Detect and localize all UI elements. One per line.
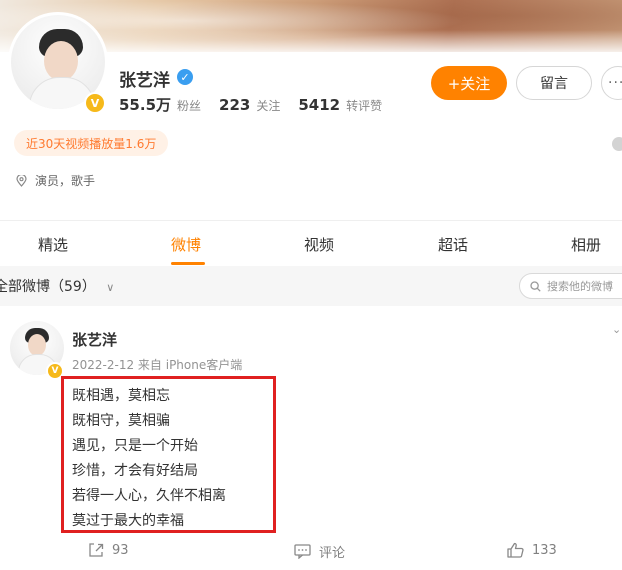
profile-tabs: 精选 微博 视频 超话 相册 [0,222,622,266]
fans-label[interactable]: 粉丝 [177,97,201,114]
profile-name: 张艺洋 [119,71,170,91]
message-button[interactable]: 留言 [516,66,592,100]
post-line: 莫过于最大的幸福 [72,513,184,529]
v-badge-icon: V [84,92,106,114]
section-divider [0,220,622,221]
post-line: 珍惜，才会有好结局 [72,463,198,479]
following-label[interactable]: 关注 [256,97,280,114]
post-line: 既相守，莫相骗 [72,413,170,429]
tab-video[interactable]: 视频 [304,234,334,255]
tab-album[interactable]: 相册 [571,234,601,255]
like-count: 133 [532,542,557,558]
interactions-count: 5412 [298,96,341,114]
follow-button[interactable]: +关注 [431,66,507,100]
more-options-button[interactable]: ··· [601,66,622,100]
post-meta[interactable]: 2022-2-12 来自 iPhone客户端 [72,356,242,373]
comment-icon [294,544,311,559]
chevron-down-icon: ∨ [106,281,115,294]
profession-row: 演员，歌手 [16,172,95,189]
post-menu-caret-icon[interactable]: ⌄ [612,323,621,336]
profile-stats: 55.5万 粉丝 223 关注 5412 转评赞 [119,94,394,115]
following-count[interactable]: 223 [219,96,250,114]
tab-super-topic[interactable]: 超话 [438,234,468,255]
profession-text: 演员，歌手 [35,174,96,188]
interactions-label: 转评赞 [346,99,383,113]
location-icon [16,174,27,187]
comment-button[interactable]: 评论 [294,542,345,561]
repost-button[interactable]: 93 [88,542,129,558]
post-line: 若得一人心，久伴不相离 [72,488,226,504]
all-posts-filter[interactable]: 全部微博（59） ∨ [0,276,114,296]
like-icon [507,542,524,558]
post-search-input[interactable]: 搜索他的微博 [519,273,622,299]
active-tab-indicator [171,262,205,265]
repost-icon [89,543,104,557]
post-author-name[interactable]: 张艺洋 [72,329,117,350]
all-posts-label: 全部微博（59） [0,279,96,295]
post-line: 遇见，只是一个开始 [72,438,198,454]
repost-count: 93 [112,542,129,558]
tab-weibo[interactable]: 微博 [171,234,201,255]
video-plays-badge[interactable]: 近30天视频播放量1.6万 [14,130,169,156]
side-indicator-icon [612,137,622,151]
post-line: 既相遇，莫相忘 [72,388,170,404]
like-button[interactable]: 133 [507,542,557,558]
search-icon [530,280,541,292]
verified-check-icon: ✓ [177,69,193,85]
filter-bar: 全部微博（59） ∨ 搜索他的微博 [0,266,622,306]
tab-featured[interactable]: 精选 [38,234,68,255]
post-text: 既相遇，莫相忘 既相守，莫相骗 遇见，只是一个开始 珍惜，才会有好结局 若得一人… [72,384,226,534]
search-placeholder: 搜索他的微博 [547,280,613,293]
post-actions: 93 评论 133 [0,538,622,566]
fans-count[interactable]: 55.5万 [119,94,171,115]
comment-label: 评论 [319,546,346,561]
